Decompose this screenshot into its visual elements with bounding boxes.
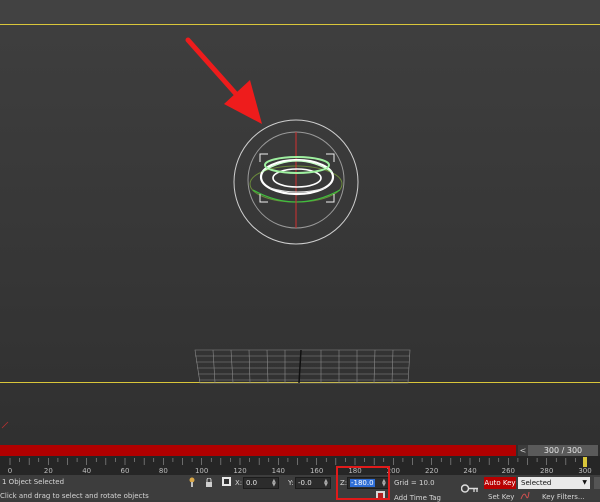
track-tick-label: 40 — [82, 467, 91, 475]
y-value: -0.0 — [298, 479, 312, 487]
track-tick-label: 160 — [310, 467, 323, 475]
x-spinner-icon[interactable]: ▲ ▼ — [272, 479, 277, 488]
track-tick-label: 0 — [8, 467, 12, 475]
current-frame-marker[interactable] — [583, 457, 587, 467]
scene-canvas[interactable] — [0, 0, 600, 445]
track-tick-label: 280 — [540, 467, 553, 475]
key-selection-dropdown[interactable]: Selected ▼ — [518, 477, 590, 489]
x-value: 0.0 — [246, 479, 258, 487]
track-bar[interactable]: 0 20 40 60 80 100 120 140 160 180 200 220 240 260 280 3… — [0, 456, 600, 475]
time-slider-bar[interactable] — [0, 445, 516, 456]
auto-key-button[interactable]: Auto Key — [484, 477, 516, 489]
grid-center-axis — [298, 349, 302, 384]
selection-lock-icon[interactable] — [205, 477, 213, 487]
selection-count: 1 Object Selected — [2, 478, 65, 486]
goto-start-icon[interactable] — [594, 477, 600, 489]
y-label: Y: — [288, 479, 294, 487]
y-coordinate-field[interactable]: -0.0 ▲ ▼ — [295, 477, 331, 489]
x-label: X: — [235, 479, 243, 487]
prompt-line: Click and drag to select and rotate obje… — [0, 492, 149, 500]
annotation-highlight-box — [336, 466, 390, 500]
track-tick-label: 60 — [121, 467, 130, 475]
track-tick-label: 240 — [463, 467, 476, 475]
time-slider[interactable]: < 300 / 300 — [0, 445, 600, 456]
track-tick-label: 100 — [195, 467, 208, 475]
rotate-gizmo — [233, 119, 359, 245]
time-slider-prev-button[interactable]: < — [518, 445, 528, 456]
perspective-viewport[interactable] — [0, 0, 600, 445]
add-time-tag-button[interactable]: Add Time Tag — [394, 494, 441, 502]
frame-counter[interactable]: 300 / 300 — [528, 445, 598, 456]
key-mode-icon[interactable] — [460, 484, 479, 493]
track-tick-label: 260 — [502, 467, 515, 475]
home-grid — [194, 349, 411, 384]
dropdown-arrow-icon: ▼ — [582, 479, 587, 486]
track-ruler: 0 20 40 60 80 100 120 140 160 180 200 220 240 260 280 3… — [8, 457, 592, 475]
key-curve-icon — [520, 491, 530, 500]
key-selection-value: Selected — [521, 479, 552, 487]
track-tick-label: 20 — [44, 467, 53, 475]
track-tick-label: 140 — [272, 467, 285, 475]
absolute-offset-toggle-icon[interactable] — [222, 477, 231, 486]
y-spinner-icon[interactable]: ▲ ▼ — [324, 479, 329, 488]
track-tick-label: 120 — [233, 467, 246, 475]
torus-object — [259, 156, 335, 196]
annotation-arrow — [185, 37, 262, 124]
x-coordinate-field[interactable]: 0.0 ▲ ▼ — [243, 477, 279, 489]
track-tick-label: 80 — [159, 467, 168, 475]
grid-size-label: Grid = 10.0 — [394, 479, 435, 487]
status-bar: 1 Object Selected Click and drag to sele… — [0, 475, 600, 502]
track-tick-label: 220 — [425, 467, 438, 475]
axis-tripod-icon — [1, 421, 9, 429]
isolate-selection-icon[interactable] — [189, 477, 195, 487]
track-tick-label: 300 — [578, 467, 591, 475]
